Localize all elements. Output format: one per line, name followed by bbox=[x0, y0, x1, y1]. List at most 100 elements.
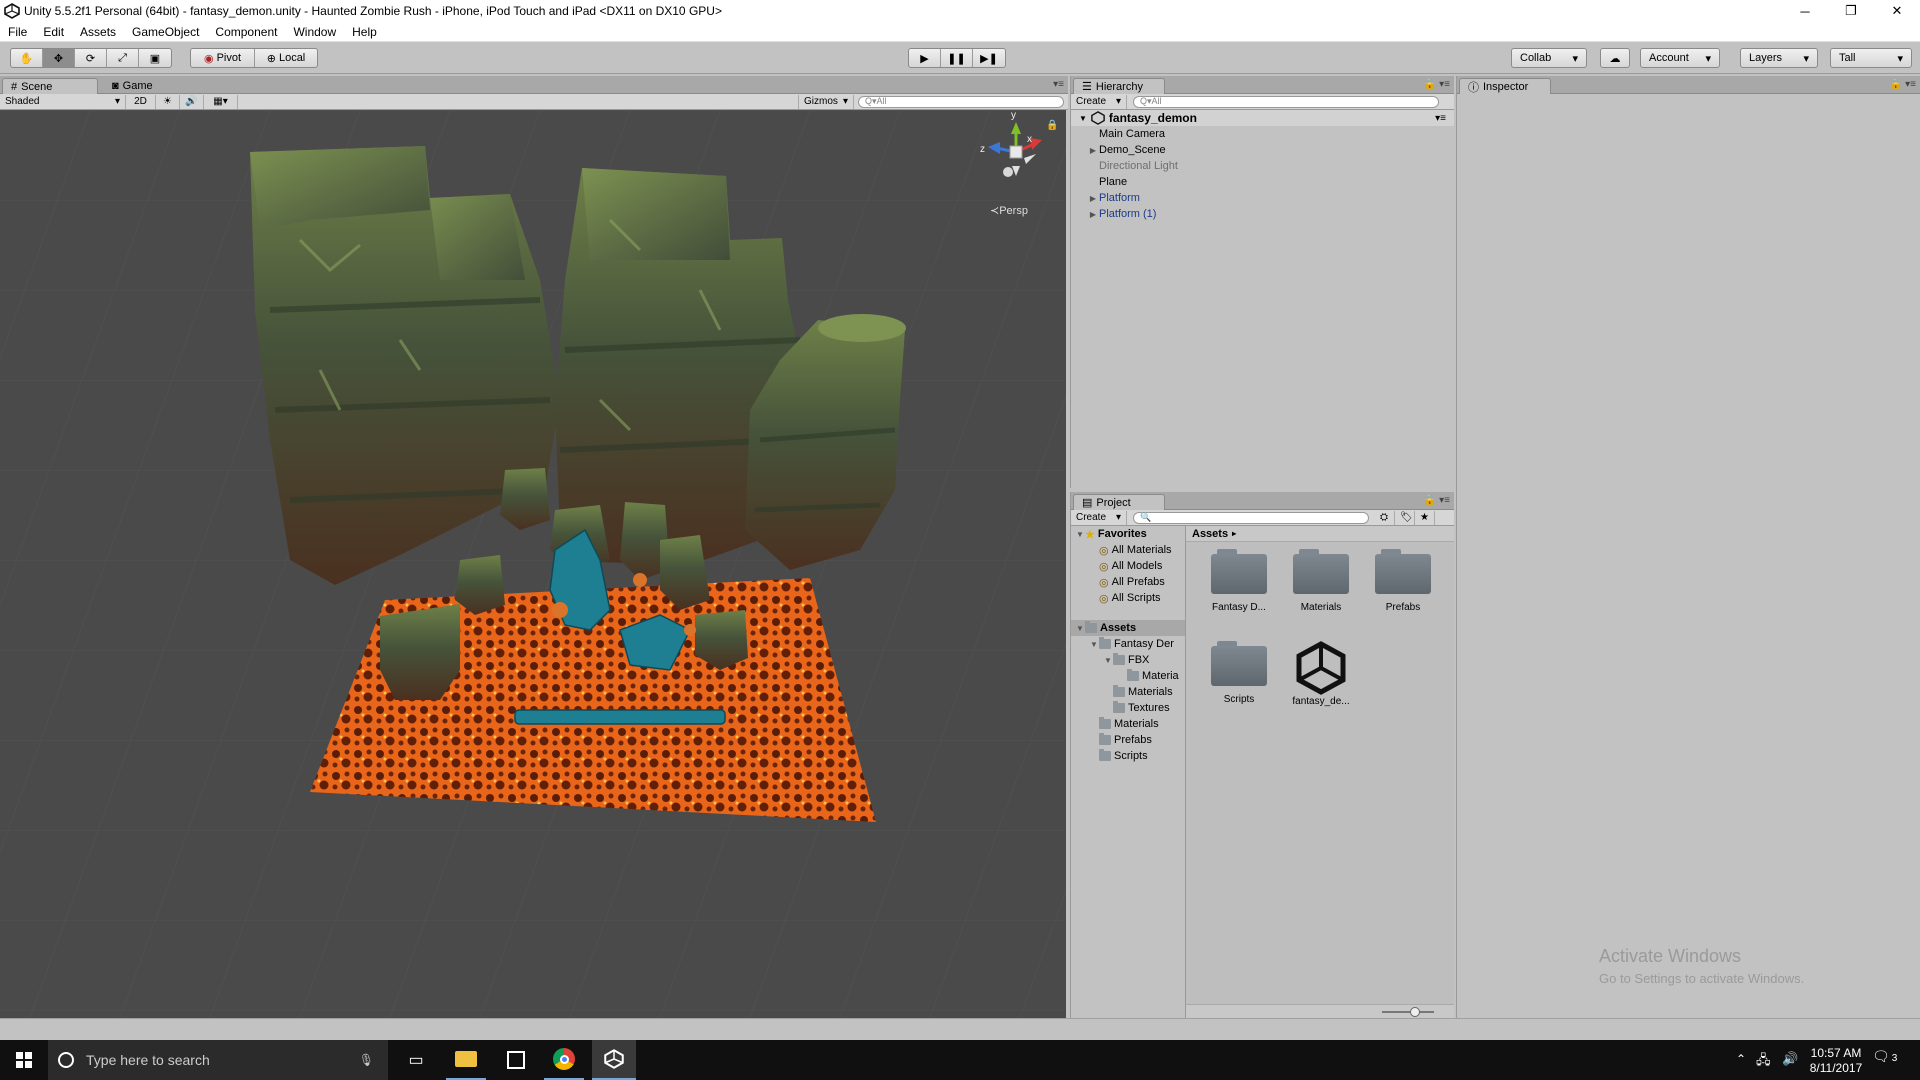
asset-folder-scripts[interactable]: Scripts bbox=[1198, 641, 1280, 705]
cloud-button[interactable]: ☁ bbox=[1600, 48, 1630, 68]
shading-dropdown[interactable]: Shaded ▾ bbox=[0, 94, 126, 109]
menu-gameobject[interactable]: GameObject bbox=[124, 25, 207, 39]
panel-menu-icon[interactable]: 🔒 ▾≡ bbox=[1890, 79, 1916, 90]
scale-tool-button[interactable]: ⤢ bbox=[107, 49, 139, 67]
start-button[interactable] bbox=[0, 1040, 48, 1080]
filter-type-button[interactable]: ⛭ bbox=[1375, 510, 1395, 525]
show-hidden-icons[interactable]: ⌃ bbox=[1736, 1052, 1746, 1066]
task-view-icon[interactable]: ▭ bbox=[400, 1050, 432, 1070]
lock-icon[interactable]: 🔒 bbox=[1046, 120, 1058, 131]
tab-game[interactable]: ◙ Game bbox=[104, 78, 161, 94]
play-button[interactable]: ▶ bbox=[909, 49, 941, 67]
tab-hierarchy[interactable]: ☰ Hierarchy bbox=[1073, 78, 1165, 94]
favorite-button[interactable]: ★ bbox=[1415, 510, 1435, 525]
menu-help[interactable]: Help bbox=[344, 25, 385, 39]
breadcrumb-assets[interactable]: Assets bbox=[1192, 528, 1228, 540]
tree-fd-textures[interactable]: Textures bbox=[1071, 700, 1185, 716]
lighting-toggle[interactable]: ☀ bbox=[156, 94, 180, 109]
2d-toggle[interactable]: 2D bbox=[126, 94, 156, 109]
hierarchy-item-plane[interactable]: Plane bbox=[1071, 174, 1454, 190]
expand-arrow-icon[interactable]: ▶ bbox=[1087, 194, 1099, 203]
favorites-row[interactable]: ▼ ★ Favorites bbox=[1071, 526, 1185, 542]
menu-edit[interactable]: Edit bbox=[35, 25, 72, 39]
assets-root-row[interactable]: ▼ Assets bbox=[1071, 620, 1185, 636]
expand-arrow-icon[interactable]: ▼ bbox=[1075, 624, 1085, 633]
scene-viewport[interactable]: y z x 🔒 ≺Persp bbox=[0, 110, 1066, 1080]
gizmos-dropdown[interactable]: Gizmos ▾ bbox=[798, 94, 854, 109]
local-button[interactable]: ⊕ Local bbox=[255, 49, 317, 67]
close-button[interactable]: ✕ bbox=[1874, 0, 1920, 22]
tab-scene[interactable]: # Scene bbox=[2, 78, 98, 94]
hierarchy-item-platform[interactable]: ▶ Platform bbox=[1071, 190, 1454, 206]
zoom-slider-thumb[interactable] bbox=[1410, 1007, 1420, 1017]
tree-fantasy-demon[interactable]: ▼ Fantasy Der bbox=[1071, 636, 1185, 652]
layers-dropdown[interactable]: Layers ▾ bbox=[1740, 48, 1818, 68]
rotate-tool-button[interactable]: ⟳ bbox=[75, 49, 107, 67]
project-search-input[interactable]: 🔍 bbox=[1133, 511, 1369, 524]
step-button[interactable]: ▶❚ bbox=[973, 49, 1005, 67]
pivot-button[interactable]: ◉ Pivot bbox=[191, 49, 255, 67]
hierarchy-search-input[interactable]: Q▾All bbox=[1133, 95, 1439, 108]
hand-tool-button[interactable]: ✋ bbox=[11, 49, 43, 67]
scene-options-icon[interactable]: ▾≡ bbox=[1435, 113, 1446, 124]
store-icon[interactable] bbox=[496, 1040, 536, 1080]
file-explorer-icon[interactable] bbox=[446, 1040, 486, 1080]
filter-label-button[interactable]: 🏷 bbox=[1395, 510, 1415, 525]
asset-scene-fantasy-demon[interactable]: fantasy_de... bbox=[1280, 640, 1362, 707]
expand-arrow-icon[interactable]: ▶ bbox=[1087, 210, 1099, 219]
layout-dropdown[interactable]: Tall ▾ bbox=[1830, 48, 1912, 68]
menu-assets[interactable]: Assets bbox=[72, 25, 124, 39]
tree-fbx-materials[interactable]: Materia bbox=[1071, 668, 1185, 684]
minimize-button[interactable]: ─ bbox=[1782, 0, 1828, 22]
action-center-icon[interactable]: 🗨 3 bbox=[1872, 1048, 1908, 1072]
asset-folder-prefabs[interactable]: Prefabs bbox=[1362, 549, 1444, 613]
tree-materials[interactable]: Materials bbox=[1071, 716, 1185, 732]
favorite-all-prefabs[interactable]: ◎ All Prefabs bbox=[1071, 574, 1185, 590]
zoom-slider[interactable] bbox=[1382, 1011, 1434, 1013]
menu-file[interactable]: File bbox=[0, 25, 35, 39]
move-tool-button[interactable]: ✥ bbox=[43, 49, 75, 67]
effects-dropdown[interactable]: ▦ ▾ bbox=[204, 94, 238, 109]
hierarchy-item-platform-1[interactable]: ▶ Platform (1) bbox=[1071, 206, 1454, 222]
project-create-dropdown[interactable]: Create ▾ bbox=[1071, 510, 1127, 525]
volume-icon[interactable]: 🔊 bbox=[1782, 1051, 1798, 1067]
panel-menu-icon[interactable]: 🔒 ▾≡ bbox=[1424, 79, 1450, 90]
favorite-all-scripts[interactable]: ◎ All Scripts bbox=[1071, 590, 1185, 606]
hierarchy-create-dropdown[interactable]: Create ▾ bbox=[1071, 94, 1127, 109]
expand-arrow-icon[interactable]: ▼ bbox=[1075, 530, 1085, 539]
network-icon[interactable]: 🖧 bbox=[1756, 1051, 1771, 1073]
collab-dropdown[interactable]: Collab ▾ bbox=[1511, 48, 1587, 68]
taskbar-clock[interactable]: 10:57 AM 8/11/2017 bbox=[1806, 1046, 1866, 1076]
hierarchy-item-directional-light[interactable]: Directional Light bbox=[1071, 158, 1454, 174]
chrome-icon[interactable] bbox=[544, 1040, 584, 1080]
tree-scripts[interactable]: Scripts bbox=[1071, 748, 1185, 764]
expand-arrow-icon[interactable]: ▶ bbox=[1087, 146, 1099, 155]
microphone-icon[interactable]: 🎙 bbox=[359, 1053, 374, 1067]
audio-toggle[interactable]: 🔊 bbox=[180, 94, 204, 109]
asset-folder-materials[interactable]: Materials bbox=[1280, 549, 1362, 613]
tab-project[interactable]: ▤ Project bbox=[1073, 494, 1165, 510]
taskbar-search-box[interactable]: Type here to search 🎙 bbox=[48, 1040, 388, 1080]
panel-menu-icon[interactable]: ▾≡ bbox=[1053, 79, 1064, 90]
expand-arrow-icon[interactable]: ▼ bbox=[1103, 656, 1113, 665]
perspective-label[interactable]: ≺Persp bbox=[990, 204, 1028, 217]
menu-component[interactable]: Component bbox=[207, 25, 285, 39]
tab-inspector[interactable]: ⓘ Inspector bbox=[1459, 78, 1551, 94]
tree-fbx[interactable]: ▼ FBX bbox=[1071, 652, 1185, 668]
pause-button[interactable]: ❚❚ bbox=[941, 49, 973, 67]
unity-taskbar-icon[interactable] bbox=[592, 1040, 636, 1080]
tree-fd-materials[interactable]: Materials bbox=[1071, 684, 1185, 700]
tree-prefabs[interactable]: Prefabs bbox=[1071, 732, 1185, 748]
maximize-button[interactable]: ❐ bbox=[1828, 0, 1874, 22]
rect-tool-button[interactable]: ▣ bbox=[139, 49, 171, 67]
asset-folder-fantasy-demon[interactable]: Fantasy D... bbox=[1198, 549, 1280, 613]
hierarchy-item-demo-scene[interactable]: ▶ Demo_Scene bbox=[1071, 142, 1454, 158]
menu-window[interactable]: Window bbox=[285, 25, 344, 39]
account-dropdown[interactable]: Account ▾ bbox=[1640, 48, 1720, 68]
scene-root-row[interactable]: ▼ fantasy_demon ▾≡ bbox=[1071, 110, 1454, 126]
scene-search-input[interactable]: Q▾All bbox=[858, 95, 1064, 108]
panel-menu-icon[interactable]: 🔒 ▾≡ bbox=[1424, 495, 1450, 506]
expand-arrow-icon[interactable]: ▼ bbox=[1089, 640, 1099, 649]
favorite-all-materials[interactable]: ◎ All Materials bbox=[1071, 542, 1185, 558]
favorite-all-models[interactable]: ◎ All Models bbox=[1071, 558, 1185, 574]
